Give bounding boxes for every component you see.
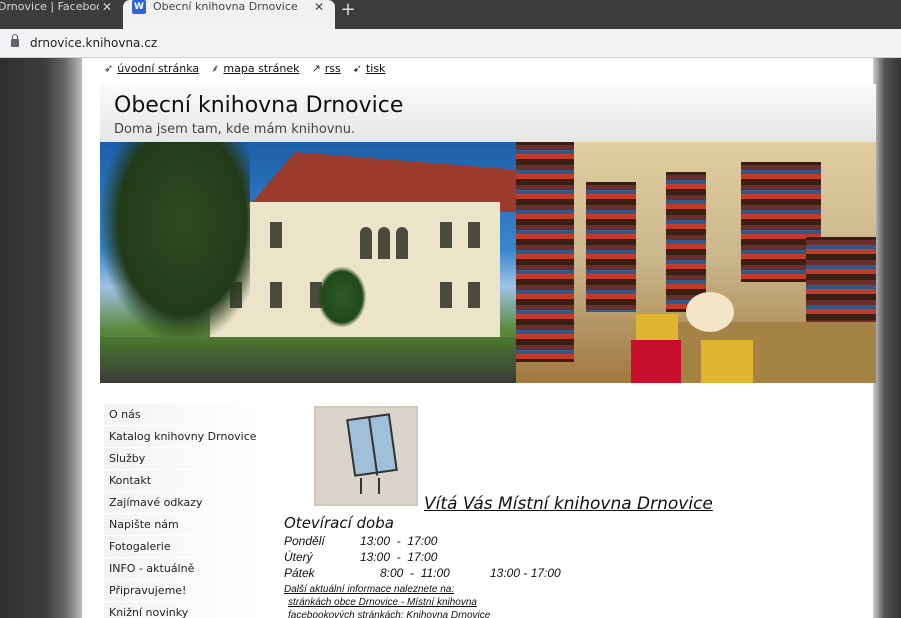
- tab-title: Obecní knihovna Drnovice: [153, 0, 298, 13]
- hours-row: Pátek 8:00 - 11:00 13:00 - 17:00: [284, 566, 561, 580]
- window-shape: [440, 282, 452, 308]
- hours-row: Pondělí 13:00 - 17:00: [284, 534, 470, 548]
- browser-tab-bar: Drnovice | Facebook ✕ W Obecní knihovna …: [0, 0, 901, 29]
- tab-knihovna[interactable]: W Obecní knihovna Drnovice ✕: [123, 0, 335, 29]
- municipality-link[interactable]: stránkách obce Drnovice - Místní knihovn…: [288, 597, 477, 608]
- grunge-border-left: [0, 58, 82, 618]
- info-text: Další aktuální informace naleznete na:: [284, 584, 455, 595]
- header-banner: [100, 142, 876, 383]
- menu-item-katalog[interactable]: Katalog knihovny Drnovice: [104, 426, 262, 448]
- lock-icon: [11, 34, 19, 47]
- mascot-leg: [378, 478, 380, 494]
- sidebar-menu: O nás Katalog knihovny Drnovice Služby K…: [104, 404, 262, 618]
- print-link[interactable]: tisk: [366, 62, 385, 75]
- url-text[interactable]: drnovice.knihovna.cz: [30, 36, 157, 50]
- tree-shape: [100, 142, 250, 342]
- window-shape: [396, 227, 408, 259]
- rss-icon: ↗: [311, 61, 321, 75]
- home-link[interactable]: úvodní stránka: [117, 62, 199, 75]
- library-logo-image: [314, 406, 418, 506]
- bookshelf: [516, 142, 574, 362]
- menu-item-knizni-novinky[interactable]: Knižní novinky: [104, 602, 262, 618]
- bookshelf: [666, 172, 706, 312]
- site-title[interactable]: Obecní knihovna Drnovice: [114, 93, 403, 118]
- window-shape: [270, 222, 282, 248]
- opening-hours-title: Otevírací doba: [284, 514, 394, 532]
- menu-item-fotogalerie[interactable]: Fotogalerie: [104, 536, 262, 558]
- menu-item-odkazy[interactable]: Zajímavé odkazy: [104, 492, 262, 514]
- sitemap-link[interactable]: mapa stránek: [223, 62, 299, 75]
- window-shape: [440, 222, 452, 248]
- banner-photo-library: [516, 142, 876, 383]
- window-shape: [270, 282, 282, 308]
- hours-day: Pátek: [284, 566, 315, 580]
- favicon-icon: W: [132, 0, 146, 14]
- home-icon: ➶: [104, 61, 114, 75]
- site-subtitle: Doma jsem tam, kde mám knihovnu.: [114, 122, 356, 137]
- window-shape: [378, 227, 390, 259]
- hours-day: Pondělí: [284, 534, 325, 548]
- welcome-link[interactable]: Vítá Vás Místní knihovna Drnovice: [424, 494, 713, 514]
- top-links: ➶ úvodní stránka ⸙ mapa stránek ↗ rss ➹ …: [104, 58, 397, 78]
- hours-time: 13:00 - 17:00: [490, 566, 561, 580]
- rss-link[interactable]: rss: [325, 62, 341, 75]
- menu-item-info[interactable]: INFO - aktuálně: [104, 558, 262, 580]
- new-tab-button[interactable]: +: [337, 0, 359, 22]
- site-header: Obecní knihovna Drnovice Doma jsem tam, …: [100, 84, 876, 143]
- sitemap-icon: ⸙: [211, 61, 220, 75]
- grunge-border-right: [873, 58, 901, 618]
- lawn-shape: [100, 337, 516, 383]
- tab-facebook[interactable]: Drnovice | Facebook ✕: [0, 0, 123, 29]
- window-shape: [468, 282, 480, 308]
- tree-shape: [318, 267, 366, 327]
- tab-title: Drnovice | Facebook: [0, 0, 99, 13]
- menu-item-sluzby[interactable]: Služby: [104, 448, 262, 470]
- seat-cube: [701, 340, 753, 383]
- bookshelf: [586, 182, 636, 312]
- book-mascot-icon: [346, 413, 398, 477]
- menu-item-kontakt[interactable]: Kontakt: [104, 470, 262, 492]
- menu-item-napiste-nam[interactable]: Napište nám: [104, 514, 262, 536]
- menu-item-pripravujeme[interactable]: Připravujeme!: [104, 580, 262, 602]
- hours-time: 8:00 - 11:00: [380, 566, 450, 580]
- seat-cube: [631, 340, 681, 383]
- bookshelf: [806, 237, 876, 327]
- hours-row: Úterý 13:00 - 17:00: [284, 550, 470, 564]
- window-shape: [468, 222, 480, 248]
- hours-time: 13:00 - 17:00: [360, 534, 438, 548]
- hours-time: 13:00 - 17:00: [360, 550, 438, 564]
- banner-photo-building: [100, 142, 520, 383]
- facebook-link[interactable]: facebookových stránkách: Knihovna Drnovi…: [288, 610, 490, 618]
- print-icon: ➹: [352, 61, 362, 75]
- close-icon[interactable]: ✕: [311, 0, 327, 14]
- close-icon[interactable]: ✕: [99, 0, 115, 14]
- menu-item-o-nas[interactable]: O nás: [104, 404, 262, 426]
- window-shape: [360, 227, 372, 259]
- mascot-leg: [360, 478, 362, 494]
- round-table: [686, 292, 734, 332]
- hours-day: Úterý: [284, 550, 313, 564]
- address-bar[interactable]: drnovice.knihovna.cz: [0, 29, 901, 58]
